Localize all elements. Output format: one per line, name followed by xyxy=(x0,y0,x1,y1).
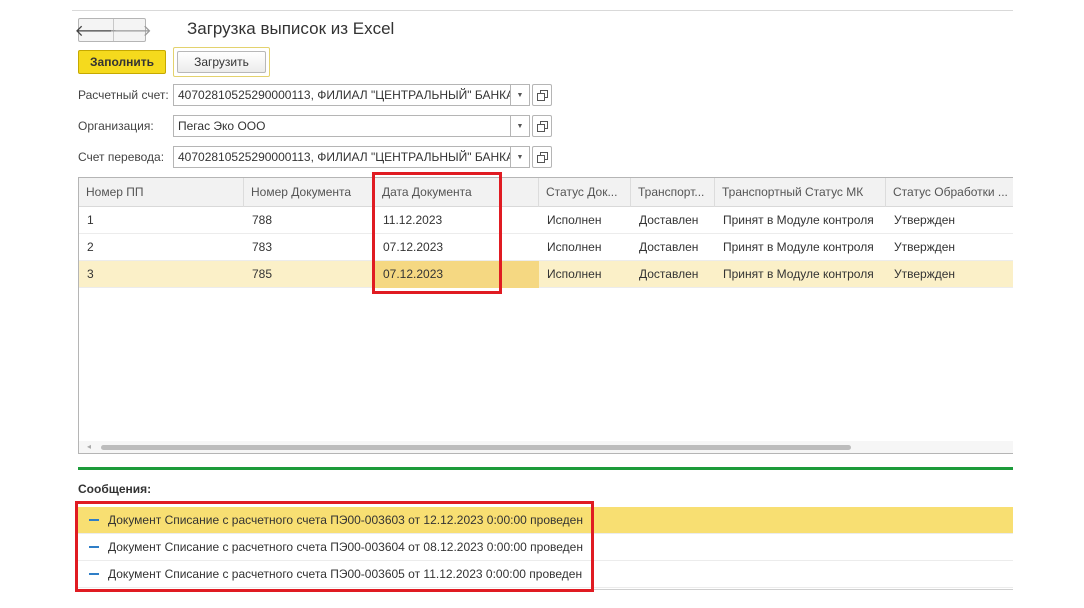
messages-title: Сообщения: xyxy=(78,482,152,496)
account-field[interactable]: 40702810525290000113, ФИЛИАЛ "ЦЕНТРАЛЬНЫ… xyxy=(173,84,511,106)
cell-doc-number: 785 xyxy=(252,267,273,281)
messages-highlight-box xyxy=(75,501,594,592)
load-button[interactable]: Загрузить xyxy=(177,51,266,73)
table-row[interactable]: 2 783 07.12.2023 Исполнен Доставлен Прин… xyxy=(79,234,1013,261)
transfer-account-dropdown-icon[interactable]: ▼ xyxy=(511,146,530,168)
cell-processing-status: Утвержден xyxy=(894,213,956,227)
transfer-account-open-button[interactable] xyxy=(532,146,552,168)
cell-pp-number: 2 xyxy=(87,240,94,254)
transfer-account-field[interactable]: 40702810525290000113, ФИЛИАЛ "ЦЕНТРАЛЬНЫ… xyxy=(173,146,511,168)
account-open-button[interactable] xyxy=(532,84,552,106)
cell-transport-status-mk: Принят в Модуле контроля xyxy=(723,213,874,227)
column-header-transport-status-mk[interactable]: Транспортный Статус МК xyxy=(715,178,886,207)
organization-open-button[interactable] xyxy=(532,115,552,137)
column-header-pp-number[interactable]: Номер ПП xyxy=(79,178,244,207)
back-arrow-icon[interactable]: 🡐 xyxy=(75,19,118,41)
horizontal-scrollbar[interactable]: ◂ xyxy=(79,441,1013,453)
account-label: Расчетный счет: xyxy=(78,88,169,102)
cell-doc-status: Исполнен xyxy=(547,267,602,281)
page-title: Загрузка выписок из Excel xyxy=(187,19,395,38)
column-header-doc-number[interactable]: Номер Документа xyxy=(244,178,375,207)
column-header-transport[interactable]: Транспорт... xyxy=(631,178,715,207)
organization-label: Организация: xyxy=(78,119,154,133)
cell-doc-status: Исполнен xyxy=(547,213,602,227)
cell-doc-number: 788 xyxy=(252,213,273,227)
forward-arrow-icon[interactable]: 🡒 xyxy=(109,19,152,41)
cell-pp-number: 1 xyxy=(87,213,94,227)
column-header-doc-status[interactable]: Статус Док... xyxy=(539,178,631,207)
fill-button[interactable]: Заполнить xyxy=(78,50,166,74)
column-header-processing-status[interactable]: Статус Обработки ... xyxy=(886,178,1013,207)
cell-processing-status: Утвержден xyxy=(894,267,956,281)
cell-pp-number: 3 xyxy=(87,267,94,281)
cell-transport: Доставлен xyxy=(639,213,699,227)
organization-dropdown-icon[interactable]: ▼ xyxy=(511,115,530,137)
load-button-focus-frame: Загрузить xyxy=(173,47,270,77)
cell-transport: Доставлен xyxy=(639,267,699,281)
transfer-account-label: Счет перевода: xyxy=(78,150,165,164)
cell-transport-status-mk: Принят в Модуле контроля xyxy=(723,267,874,281)
messages-separator xyxy=(78,467,1013,470)
cell-doc-number: 783 xyxy=(252,240,273,254)
date-column-highlight-box xyxy=(372,172,502,294)
top-divider xyxy=(72,10,1013,11)
cell-transport-status-mk: Принят в Модуле контроля xyxy=(723,240,874,254)
table-header: Номер ПП Номер Документа Дата Документа … xyxy=(79,178,1013,207)
scroll-left-icon[interactable]: ◂ xyxy=(87,442,91,451)
table-row-selected[interactable]: 3 785 07.12.2023 Исполнен Доставлен Прин… xyxy=(79,261,1013,288)
table-row[interactable]: 1 788 11.12.2023 Исполнен Доставлен Прин… xyxy=(79,207,1013,234)
cell-transport: Доставлен xyxy=(639,240,699,254)
cell-processing-status: Утвержден xyxy=(894,240,956,254)
scrollbar-thumb[interactable] xyxy=(101,445,851,450)
statements-table[interactable]: Номер ПП Номер Документа Дата Документа … xyxy=(78,177,1013,454)
account-dropdown-icon[interactable]: ▼ xyxy=(511,84,530,106)
navigation-group: 🡐 🡒 xyxy=(75,18,152,42)
open-icon xyxy=(536,89,548,101)
open-icon xyxy=(536,151,548,163)
cell-doc-status: Исполнен xyxy=(547,240,602,254)
organization-field[interactable]: Пегас Эко ООО xyxy=(173,115,511,137)
open-icon xyxy=(536,120,548,132)
